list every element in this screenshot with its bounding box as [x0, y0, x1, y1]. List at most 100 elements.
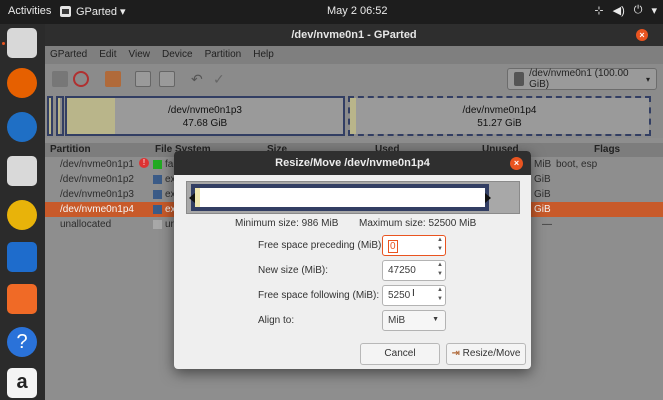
new-partition-icon[interactable]	[52, 71, 68, 87]
activities-button[interactable]: Activities	[8, 5, 51, 17]
used-space-indicator	[195, 188, 200, 207]
spin-arrows-icon[interactable]: ▲ ▼	[435, 261, 445, 280]
menubar: GParted Edit View Device Partition Help	[45, 46, 663, 64]
col-partition[interactable]: Partition	[50, 144, 91, 155]
align-select[interactable]: MiB ▼	[382, 310, 446, 331]
diskmap-p1[interactable]	[47, 96, 53, 136]
dialog-title: Resize/Move /dev/nvme0n1p4	[275, 157, 430, 169]
diskmap-p4[interactable]: /dev/nvme0n1p4 51.27 GiB	[348, 96, 651, 136]
row-partition: /dev/nvme0n1p4	[60, 204, 134, 215]
chevron-down-icon[interactable]: ▾	[651, 4, 657, 17]
diskmap-p2[interactable]	[56, 96, 64, 136]
power-icon[interactable]: ⏻	[634, 4, 643, 17]
app-menu[interactable]: GParted ▾	[60, 5, 126, 18]
row-unused: MiB	[534, 159, 552, 170]
row-partition: /dev/nvme0n1p2	[60, 174, 134, 185]
disk-utility-icon[interactable]	[7, 28, 37, 58]
menu-gparted[interactable]: GParted	[50, 46, 87, 64]
delete-icon[interactable]	[73, 71, 89, 87]
network-icon[interactable]: ⊹	[594, 4, 603, 17]
dialog-titlebar[interactable]: Resize/Move /dev/nvme0n1p4 ×	[174, 151, 531, 175]
diskmap-p4-size: 51.27 GiB	[477, 118, 522, 129]
row-unused: GiB	[534, 189, 551, 200]
paste-icon[interactable]	[159, 71, 175, 87]
software-icon[interactable]	[7, 284, 37, 314]
align-label: Align to:	[258, 315, 295, 326]
newsize-label: New size (MiB):	[258, 265, 329, 276]
text-cursor-icon: I	[412, 288, 415, 299]
close-icon[interactable]: ×	[510, 157, 523, 170]
row-unused: GiB	[534, 174, 551, 185]
copy-icon[interactable]	[135, 71, 151, 87]
following-label: Free space following (MiB):	[258, 290, 380, 301]
preceding-label: Free space preceding (MiB):	[258, 240, 385, 251]
partition-bar[interactable]	[189, 184, 491, 211]
firefox-icon[interactable]	[7, 68, 37, 98]
system-tray[interactable]: ⊹ ◀) ⏻ ▾	[594, 4, 657, 17]
partition-resizer[interactable]	[186, 181, 520, 214]
files-icon[interactable]	[7, 156, 37, 186]
spin-arrows-icon[interactable]: ▲ ▼	[435, 236, 445, 255]
warning-icon: !	[139, 158, 149, 168]
window-title: /dev/nvme0n1 - GParted	[291, 29, 417, 41]
amazon-icon[interactable]: a	[7, 368, 37, 398]
menu-edit[interactable]: Edit	[99, 46, 116, 64]
clock[interactable]: May 2 06:52	[327, 5, 388, 17]
diskmap-p3-size: 47.68 GiB	[182, 118, 228, 129]
toolbar: ↶ ✓ /dev/nvme0n1 (100.00 GiB) ▾	[45, 64, 663, 94]
fs-color-swatch	[153, 160, 162, 169]
fs-color-swatch	[153, 205, 162, 214]
device-selector[interactable]: /dev/nvme0n1 (100.00 GiB) ▾	[507, 68, 657, 90]
rhythmbox-icon[interactable]	[7, 200, 37, 230]
gparted-icon	[60, 6, 71, 17]
row-unused: GiB	[534, 204, 551, 215]
apply-icon[interactable]: ✓	[213, 71, 229, 87]
fs-color-swatch	[153, 175, 162, 184]
fs-color-swatch	[153, 190, 162, 199]
device-selector-label: /dev/nvme0n1 (100.00 GiB)	[529, 68, 629, 90]
col-flags[interactable]: Flags	[594, 144, 620, 155]
maximum-size: Maximum size: 52500 MiB	[359, 218, 477, 229]
row-unused: —	[542, 219, 552, 230]
help-icon[interactable]: ?	[7, 327, 37, 357]
diskmap-p3-name: /dev/nvme0n1p3	[168, 105, 242, 116]
undo-icon[interactable]: ↶	[191, 71, 207, 87]
running-indicator	[2, 42, 5, 45]
resize-move-icon: ⇥	[451, 348, 460, 359]
preceding-spinbox[interactable]: 0 ▲ ▼	[382, 235, 446, 256]
cancel-label: Cancel	[384, 348, 416, 359]
align-value: MiB	[388, 315, 406, 326]
resize-handle-right[interactable]	[485, 193, 491, 203]
spin-arrows-icon[interactable]: ▲ ▼	[435, 286, 445, 305]
resize-move-icon[interactable]	[105, 71, 121, 87]
fs-color-swatch	[153, 220, 162, 229]
chevron-down-icon: ▾	[645, 74, 650, 84]
window-titlebar[interactable]: /dev/nvme0n1 - GParted ×	[45, 24, 663, 46]
close-icon[interactable]: ×	[636, 29, 648, 41]
resize-move-button[interactable]: ⇥ Resize/Move	[446, 343, 526, 365]
preceding-value[interactable]: 0	[388, 240, 398, 253]
disk-icon	[514, 72, 525, 86]
newsize-spinbox[interactable]: 47250 ▲ ▼	[382, 260, 446, 281]
menu-device[interactable]: Device	[162, 46, 193, 64]
resize-move-label: Resize/Move	[462, 348, 521, 359]
thunderbird-icon[interactable]	[7, 112, 37, 142]
following-value[interactable]: 5250	[388, 290, 410, 301]
resize-move-dialog: Resize/Move /dev/nvme0n1p4 × Minimum siz…	[174, 151, 531, 369]
volume-icon[interactable]: ◀)	[613, 4, 625, 17]
menu-view[interactable]: View	[128, 46, 150, 64]
top-bar: Activities GParted ▾ May 2 06:52 ⊹ ◀) ⏻ …	[0, 0, 663, 24]
row-flags: boot, esp	[556, 159, 598, 170]
menu-partition[interactable]: Partition	[205, 46, 242, 64]
writer-icon[interactable]	[7, 242, 37, 272]
chevron-down-icon: ▼	[432, 316, 439, 323]
row-partition: /dev/nvme0n1p3	[60, 189, 134, 200]
resize-handle-left[interactable]	[189, 193, 195, 203]
newsize-value[interactable]: 47250	[388, 265, 416, 276]
diskmap-p4-name: /dev/nvme0n1p4	[462, 105, 537, 116]
menu-help[interactable]: Help	[253, 46, 274, 64]
cancel-button[interactable]: Cancel	[360, 343, 440, 365]
row-fs: ur	[165, 219, 174, 230]
diskmap-p3[interactable]: /dev/nvme0n1p3 47.68 GiB	[65, 96, 345, 136]
disk-map: /dev/nvme0n1p3 47.68 GiB /dev/nvme0n1p4 …	[45, 94, 663, 138]
